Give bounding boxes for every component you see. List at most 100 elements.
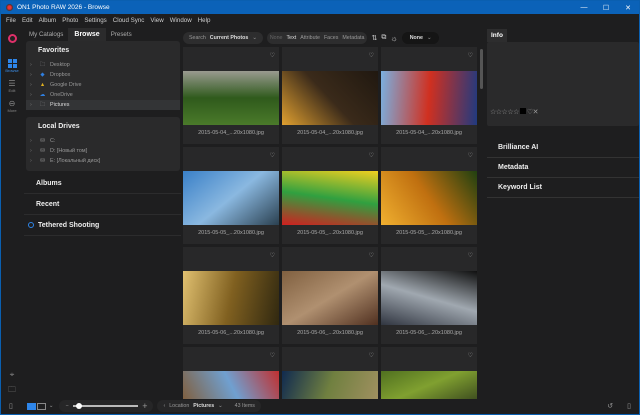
photo-thumbnail[interactable] (282, 171, 378, 225)
grid-scrollbar[interactable] (479, 47, 484, 399)
favorites-header[interactable]: Favorites (26, 41, 180, 60)
stack-icon[interactable]: ⧉ (381, 34, 386, 42)
favorite-desktop[interactable]: › 🗀 Desktop (26, 60, 180, 70)
photo-cell[interactable]: ♡ 2015-05-06_...20x1080.jpg (183, 247, 279, 344)
menu-photo[interactable]: Photo (62, 17, 78, 24)
favorite-dropbox[interactable]: › ◆ Dropbox (26, 70, 180, 80)
heart-icon[interactable]: ♡ (270, 352, 275, 359)
chevron-right-icon[interactable]: › (30, 92, 38, 98)
view-chevron-icon[interactable]: ⌄ (49, 403, 54, 409)
location-dropdown[interactable]: Pictures (193, 403, 214, 409)
photo-thumbnail[interactable] (183, 271, 279, 325)
drive-item[interactable]: › ⛁ E: [Локальный диск] (26, 156, 180, 166)
menu-view[interactable]: View (150, 17, 163, 24)
favorite-google-drive[interactable]: › ▲ Google Drive (26, 80, 180, 90)
photo-cell[interactable]: ♡ 2015-05-04_...20x1080.jpg (282, 47, 378, 144)
sort-icon[interactable]: ⇅ (371, 34, 377, 42)
zoom-out-icon[interactable]: − (65, 403, 68, 409)
photo-cell[interactable]: ♡ 2015-05-04_...20x1080.jpg (183, 47, 279, 144)
chevron-right-icon[interactable]: › (30, 158, 38, 164)
detail-view-button[interactable] (36, 402, 46, 410)
photo-thumbnail[interactable] (381, 71, 477, 125)
tab-presets[interactable]: Presets (106, 31, 137, 38)
chevron-right-icon[interactable]: › (30, 82, 38, 88)
heart-icon[interactable]: ♡ (369, 252, 374, 259)
photo-thumbnail[interactable] (183, 71, 279, 125)
menu-help[interactable]: Help (198, 17, 211, 24)
module-browse[interactable]: Browse (3, 59, 21, 73)
tethered-shooting-header[interactable]: Tethered Shooting (24, 215, 181, 236)
metadata-header[interactable]: Metadata (487, 158, 639, 178)
module-edit[interactable]: ☰ Edit (3, 79, 21, 93)
close-button[interactable]: ✕ (617, 4, 639, 12)
zoom-slider[interactable] (72, 403, 139, 409)
heart-icon[interactable]: ♡ (369, 352, 374, 359)
photo-cell[interactable]: ♡ 2015-05-05_...20x1080.jpg (183, 147, 279, 244)
maximize-button[interactable]: ☐ (595, 4, 617, 12)
favorite-pictures[interactable]: › 🗀 Pictures (26, 100, 180, 110)
panel-toggle-icon[interactable]: ▯ (9, 402, 13, 410)
heart-icon[interactable]: ♡ (270, 252, 275, 259)
heart-icon[interactable]: ♡ (468, 152, 473, 159)
photo-thumbnail[interactable] (381, 371, 477, 399)
heart-icon[interactable]: ♡ (369, 52, 374, 59)
zoom-in-icon[interactable]: + (142, 401, 147, 411)
chevron-right-icon[interactable]: › (30, 62, 38, 68)
photo-thumbnail[interactable] (183, 171, 279, 225)
menu-cloud-sync[interactable]: Cloud Sync (113, 17, 145, 24)
filter-text[interactable]: Text (286, 35, 296, 41)
menu-edit[interactable]: Edit (22, 17, 33, 24)
scrollbar-thumb[interactable] (480, 49, 483, 89)
photo-cell[interactable]: ♡ (282, 347, 378, 399)
photo-cell[interactable]: ♡ 2015-05-06_...20x1080.jpg (282, 247, 378, 344)
photo-cell[interactable]: ♡ (183, 347, 279, 399)
app-logo-icon[interactable] (3, 34, 21, 43)
sun-icon[interactable]: ☼ (390, 34, 397, 43)
folder-add-icon[interactable]: 🗀 (3, 385, 21, 395)
photo-cell[interactable]: ♡ 2015-05-06_...20x1080.jpg (381, 247, 477, 344)
module-more[interactable]: ⊖ More (3, 99, 21, 113)
menu-file[interactable]: File (6, 17, 16, 24)
menu-window[interactable]: Window (170, 17, 192, 24)
photo-cell[interactable]: ♡ 2015-05-04_...20x1080.jpg (381, 47, 477, 144)
recent-header[interactable]: Recent (24, 194, 181, 215)
chevron-right-icon[interactable]: › (30, 148, 38, 154)
filter-none[interactable]: None (270, 35, 283, 41)
chevron-right-icon[interactable]: › (30, 102, 38, 108)
photo-cell[interactable]: ♡ (381, 347, 477, 399)
heart-icon[interactable]: ♡ (369, 152, 374, 159)
heart-icon[interactable]: ♡ (468, 52, 473, 59)
heart-icon[interactable]: ♡ (270, 152, 275, 159)
photo-cell[interactable]: ♡ 2015-05-05_...20x1080.jpg (282, 147, 378, 244)
chevron-right-icon[interactable]: › (30, 72, 38, 78)
photo-thumbnail[interactable] (282, 271, 378, 325)
albums-header[interactable]: Albums (24, 173, 181, 194)
local-drives-header[interactable]: Local Drives (26, 117, 180, 136)
tab-browse[interactable]: Browse (68, 27, 106, 41)
reject-icon[interactable]: ✕ (533, 109, 539, 116)
favorite-onedrive[interactable]: › ☁ OneDrive (26, 90, 180, 100)
filter-metadata[interactable]: Metadata (342, 35, 364, 41)
right-panel-toggle-icon[interactable]: ▯ (627, 402, 631, 410)
sort-dropdown[interactable]: None ⌄ (401, 32, 440, 44)
photo-cell[interactable]: ♡ 2015-05-05_...20x1080.jpg (381, 147, 477, 244)
photo-thumbnail[interactable] (282, 371, 378, 399)
drive-item[interactable]: › ⛁ C: (26, 136, 180, 146)
filter-attribute[interactable]: Attribute (300, 35, 320, 41)
tether-icon[interactable]: ⌖ (3, 370, 21, 380)
photo-thumbnail[interactable] (183, 371, 279, 399)
keyword-list-header[interactable]: Keyword List (487, 178, 639, 198)
menu-settings[interactable]: Settings (84, 17, 106, 24)
heart-icon[interactable]: ♡ (468, 352, 473, 359)
chevron-right-icon[interactable]: › (30, 138, 38, 144)
menu-album[interactable]: Album (39, 17, 57, 24)
photo-thumbnail[interactable] (282, 71, 378, 125)
search-scope-dropdown[interactable]: Search Current Photos ⌄ (183, 32, 263, 44)
rotate-icon[interactable]: ↺ (607, 402, 613, 410)
back-chevron-icon[interactable]: ‹ (163, 403, 165, 409)
minimize-button[interactable]: — (573, 4, 595, 12)
drive-item[interactable]: › ⛁ D: [Новый том] (26, 146, 180, 156)
color-label-icon[interactable] (519, 108, 526, 114)
star-rating[interactable]: ☆☆☆☆☆ (490, 109, 519, 116)
photo-thumbnail[interactable] (381, 271, 477, 325)
